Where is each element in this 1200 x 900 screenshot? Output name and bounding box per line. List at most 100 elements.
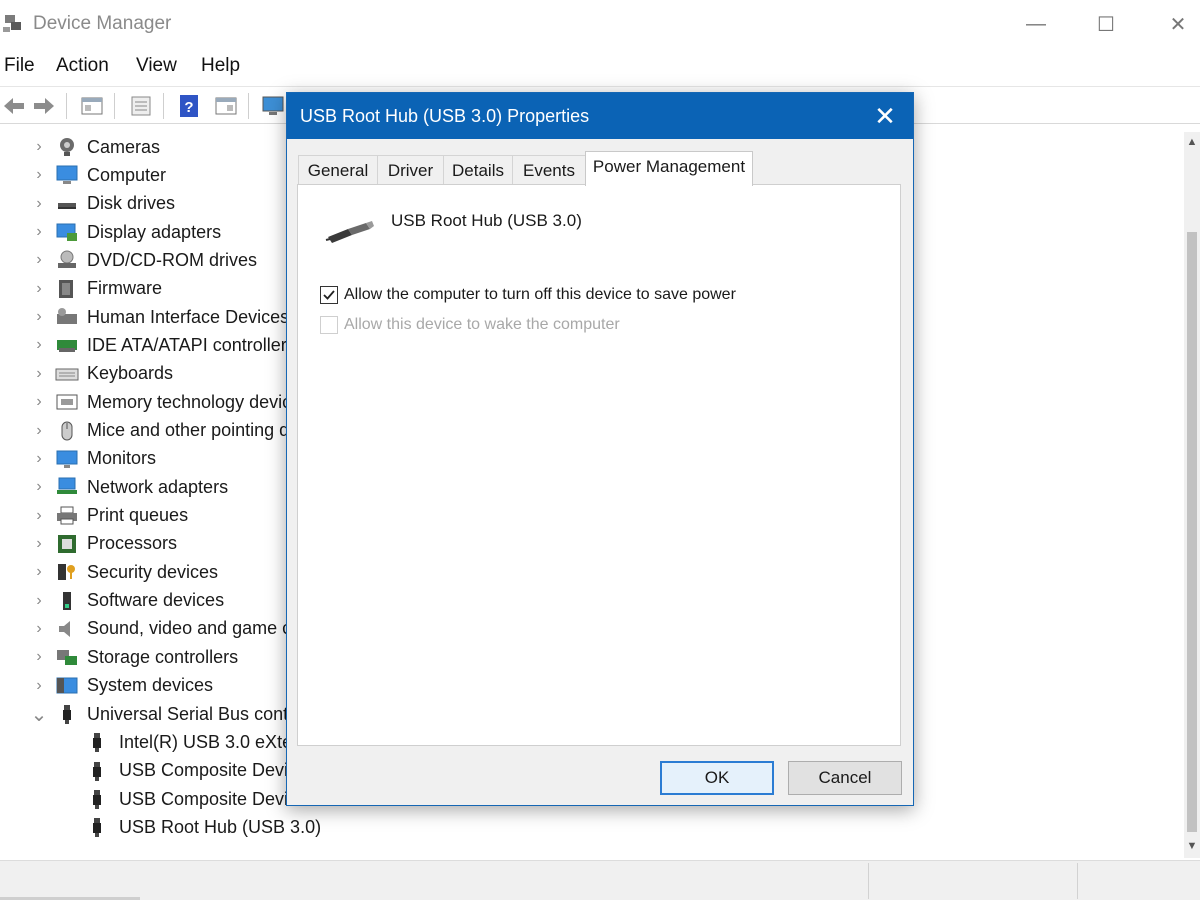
- tree-category[interactable]: › Memory technology devices: [0, 388, 310, 416]
- chevron-right-icon[interactable]: ›: [28, 450, 50, 468]
- usb-icon: [55, 703, 79, 725]
- help-icon[interactable]: ?: [175, 92, 203, 120]
- status-bar: [0, 860, 1200, 900]
- monitor-icon[interactable]: [259, 92, 287, 120]
- chevron-right-icon[interactable]: ›: [28, 138, 50, 156]
- chevron-right-icon[interactable]: ›: [28, 620, 50, 638]
- chevron-right-icon[interactable]: ›: [28, 677, 50, 695]
- menu-action[interactable]: Action: [56, 50, 136, 82]
- properties-dialog: USB Root Hub (USB 3.0) Properties ✕ Gene…: [286, 92, 914, 806]
- allow-turn-off-label: Allow the computer to turn off this devi…: [344, 286, 736, 303]
- usb-icon: [85, 731, 109, 753]
- printer-icon: [55, 505, 79, 527]
- tree-category[interactable]: › Firmware: [0, 275, 162, 303]
- scrollbar-thumb[interactable]: [1187, 232, 1197, 832]
- allow-wake-checkbox: [320, 316, 338, 334]
- usb-plug-icon: [322, 213, 378, 247]
- tree-category[interactable]: › Human Interface Devices: [0, 303, 289, 331]
- tree-category-label: Software devices: [87, 590, 225, 611]
- ok-button[interactable]: OK: [660, 761, 774, 795]
- tree-category-label: Display adapters: [87, 221, 222, 242]
- chevron-right-icon[interactable]: ›: [28, 195, 50, 213]
- tree-category[interactable]: › Disk drives: [0, 190, 175, 218]
- tree-category-label: Network adapters: [87, 476, 229, 497]
- tab-details[interactable]: Details: [443, 155, 513, 185]
- chevron-right-icon[interactable]: ›: [28, 507, 50, 525]
- chevron-right-icon[interactable]: ›: [28, 166, 50, 184]
- tab-events[interactable]: Events: [512, 155, 586, 185]
- chevron-right-icon[interactable]: ›: [28, 422, 50, 440]
- forward-arrow-icon[interactable]: [30, 92, 58, 120]
- tree-category[interactable]: › Print queues: [0, 502, 188, 530]
- chevron-right-icon[interactable]: ›: [28, 308, 50, 326]
- allow-turn-off-checkbox[interactable]: [320, 286, 338, 304]
- chevron-right-icon[interactable]: ›: [28, 563, 50, 581]
- chevron-right-icon[interactable]: ›: [28, 336, 50, 354]
- chevron-down-icon[interactable]: ⌄: [28, 702, 50, 727]
- dialog-close-button[interactable]: ✕: [865, 99, 905, 133]
- chevron-right-icon[interactable]: ›: [28, 535, 50, 553]
- tree-category[interactable]: › Keyboards: [0, 360, 173, 388]
- tab-power-management[interactable]: Power Management: [585, 151, 753, 186]
- processor-icon: [55, 533, 79, 555]
- svg-text:?: ?: [184, 99, 193, 116]
- menu-view[interactable]: View: [136, 50, 201, 82]
- tree-category-label: IDE ATA/ATAPI controllers: [87, 334, 296, 355]
- tree-category[interactable]: › Software devices: [0, 587, 224, 615]
- menu-help[interactable]: Help: [201, 50, 261, 82]
- chevron-right-icon[interactable]: ›: [28, 223, 50, 241]
- tree-category[interactable]: › Computer: [0, 161, 166, 189]
- chevron-right-icon[interactable]: ›: [28, 393, 50, 411]
- chevron-right-icon[interactable]: ›: [28, 251, 50, 269]
- tree-category-label: Processors: [87, 533, 178, 554]
- chevron-right-icon[interactable]: ›: [28, 280, 50, 298]
- camera-icon: [55, 136, 79, 158]
- tab-general[interactable]: General: [298, 155, 378, 185]
- usb-icon: [85, 788, 109, 810]
- tree-category[interactable]: › System devices: [0, 672, 213, 700]
- chevron-right-icon[interactable]: ›: [28, 365, 50, 383]
- dialog-title-bar: USB Root Hub (USB 3.0) Properties ✕: [287, 93, 913, 139]
- tree-category[interactable]: › Security devices: [0, 558, 218, 586]
- tree-category-label: Monitors: [87, 448, 157, 469]
- properties-icon[interactable]: [127, 92, 155, 120]
- tree-category[interactable]: › Monitors: [0, 445, 156, 473]
- tree-device-item[interactable]: USB Root Hub (USB 3.0): [0, 813, 321, 841]
- disk-drive-icon: [55, 193, 79, 215]
- tree-category[interactable]: › DVD/CD-ROM drives: [0, 246, 257, 274]
- tree-category-label: Memory technology devices: [87, 391, 311, 412]
- storage-controller-icon: [55, 646, 79, 668]
- device-manager-icon: [2, 12, 24, 34]
- tree-device-item[interactable]: USB Composite Device: [0, 757, 307, 785]
- menu-file[interactable]: File: [4, 50, 56, 82]
- minimize-button[interactable]: —: [1008, 6, 1064, 42]
- chevron-right-icon[interactable]: ›: [28, 478, 50, 496]
- chevron-right-icon[interactable]: ›: [28, 592, 50, 610]
- cancel-button[interactable]: Cancel: [788, 761, 902, 795]
- tree-category[interactable]: › IDE ATA/ATAPI controllers: [0, 331, 296, 359]
- show-hide-tree-icon[interactable]: [78, 92, 106, 120]
- tree-category[interactable]: › Network adapters: [0, 473, 228, 501]
- tree-category[interactable]: › Cameras: [0, 133, 160, 161]
- ide-controller-icon: [55, 334, 79, 356]
- tree-category-label: Disk drives: [87, 193, 176, 214]
- allow-turn-off-option[interactable]: Allow the computer to turn off this devi…: [320, 286, 736, 304]
- scroll-up-icon[interactable]: ▲: [1186, 136, 1198, 150]
- tree-category[interactable]: › Display adapters: [0, 218, 221, 246]
- tree-device-label: USB Root Hub (USB 3.0): [119, 816, 322, 837]
- chevron-right-icon[interactable]: ›: [28, 648, 50, 666]
- maximize-button[interactable]: ☐: [1078, 6, 1134, 42]
- vertical-scrollbar[interactable]: ▲ ▼: [1184, 132, 1200, 858]
- scroll-down-icon[interactable]: ▼: [1186, 840, 1198, 854]
- tab-driver[interactable]: Driver: [377, 155, 444, 185]
- software-device-icon: [55, 590, 79, 612]
- tree-category[interactable]: › Storage controllers: [0, 643, 238, 671]
- system-device-icon: [55, 675, 79, 697]
- back-arrow-icon[interactable]: [0, 92, 28, 120]
- tree-category-label: Human Interface Devices: [87, 306, 290, 327]
- tree-device-item[interactable]: USB Composite Device: [0, 785, 307, 813]
- view-icon[interactable]: [212, 92, 240, 120]
- close-window-button[interactable]: ✕: [1150, 6, 1200, 42]
- tree-category-label: Keyboards: [87, 363, 174, 384]
- tree-category[interactable]: › Processors: [0, 530, 177, 558]
